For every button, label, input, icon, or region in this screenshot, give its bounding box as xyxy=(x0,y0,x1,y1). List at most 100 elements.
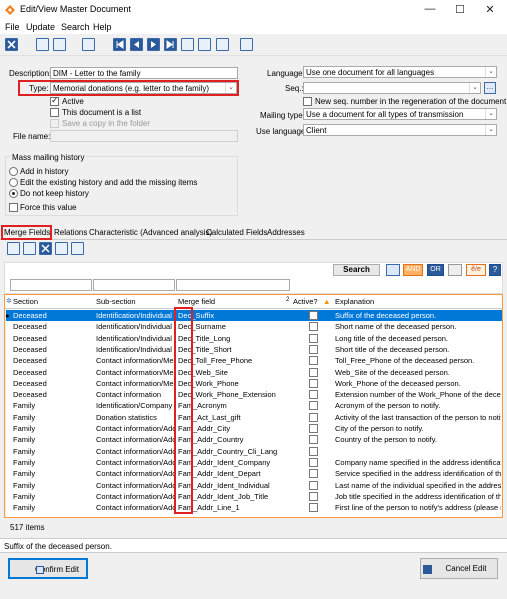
tab-relations[interactable]: Relations xyxy=(54,228,87,239)
active-checkbox[interactable] xyxy=(309,401,318,411)
active-checkbox[interactable] xyxy=(309,491,318,501)
active-checkbox[interactable] xyxy=(309,469,318,479)
menu-search[interactable]: Search xyxy=(61,22,90,32)
lock-icon[interactable] xyxy=(36,38,49,51)
table-row[interactable]: Family Contact information/AddressFam_Add… xyxy=(5,468,502,479)
edit-history-radio[interactable] xyxy=(9,178,18,187)
case-button[interactable]: ê/e xyxy=(466,264,486,276)
menu-help[interactable]: Help xyxy=(93,22,112,32)
or-button[interactable]: OR xyxy=(427,264,444,276)
header-active[interactable]: Active? xyxy=(293,297,318,306)
table-row[interactable]: Deceased Contact information/MeansDec_Tol… xyxy=(5,355,502,366)
prev-record-icon[interactable] xyxy=(130,38,143,51)
tab-addresses[interactable]: Addresses xyxy=(267,228,305,239)
table-row[interactable]: ▸ Deceased Identification/Individual Dec_Su… xyxy=(5,310,502,322)
newseq-checkbox[interactable] xyxy=(303,97,312,106)
uselang-select[interactable]: Client ⌄ xyxy=(303,124,497,136)
search-button[interactable]: Search xyxy=(333,264,380,276)
active-checkbox[interactable] xyxy=(309,333,318,343)
table-row[interactable]: Family Contact information/AddressFam_Add… xyxy=(5,480,502,491)
and-button[interactable]: AND xyxy=(403,264,423,276)
mailing-select[interactable]: Use a document for all types of transmis… xyxy=(303,108,497,120)
copy-icon[interactable] xyxy=(216,38,229,51)
filter-merge-field[interactable] xyxy=(176,279,290,291)
close-icon[interactable]: ✕ xyxy=(480,3,500,16)
minimize-icon[interactable]: — xyxy=(420,3,440,15)
filter-icon[interactable] xyxy=(386,264,400,276)
filter-section[interactable] xyxy=(10,279,92,291)
force-checkbox[interactable] xyxy=(9,203,18,212)
header-merge-field[interactable]: Merge field xyxy=(178,297,215,306)
goto-icon[interactable] xyxy=(181,38,194,51)
table-row[interactable]: Family Contact information/AddressFam_Add… xyxy=(5,491,502,502)
active-checkbox[interactable] xyxy=(309,424,318,433)
active-checkbox[interactable] xyxy=(309,503,318,513)
next-record-icon[interactable] xyxy=(147,38,160,51)
tab-characteristic[interactable]: Characteristic (Advanced analysis) xyxy=(89,228,212,239)
maximize-icon[interactable]: ☐ xyxy=(450,3,470,16)
more-icon[interactable]: … xyxy=(484,82,496,94)
active-checkbox[interactable] xyxy=(309,322,318,332)
active-checkbox[interactable] xyxy=(309,412,318,422)
tab-calculated-fields[interactable]: Calculated Fields xyxy=(206,228,267,239)
active-checkbox[interactable] xyxy=(309,356,318,366)
table-row[interactable]: Family Identification/Company Fam_Acronym A… xyxy=(5,400,502,411)
save-icon[interactable] xyxy=(53,38,66,51)
cancel-edit-button[interactable]: Cancel Edit xyxy=(420,558,498,579)
paste-icon[interactable] xyxy=(240,38,253,51)
table-row[interactable]: Deceased Identification/Individual Dec_Tit… xyxy=(5,333,502,344)
close-doc-icon[interactable] xyxy=(5,38,18,51)
table-row[interactable]: Deceased Identification/Individual Dec_Tit… xyxy=(5,344,502,355)
table-row[interactable]: Family Contact information/AddressFam_Add… xyxy=(5,457,502,468)
header-section[interactable]: Section xyxy=(13,297,38,306)
type-select[interactable]: Memorial donations (e.g. letter to the f… xyxy=(50,82,237,94)
help-field-icon[interactable] xyxy=(71,242,84,255)
table-row[interactable]: Family Contact information/AddressFam_Add… xyxy=(5,434,502,445)
description-field[interactable]: DIM - Letter to the family xyxy=(50,67,238,79)
table-row[interactable]: Family Contact information/AddressFam_Add… xyxy=(5,446,502,457)
active-checkbox[interactable] xyxy=(309,480,318,490)
active-checkbox[interactable] xyxy=(309,390,318,400)
view-field-icon[interactable] xyxy=(55,242,68,255)
delete-field-icon[interactable] xyxy=(39,242,52,255)
header-explanation[interactable]: Explanation xyxy=(335,297,374,306)
table-row[interactable]: Family Contact information/AddressFam_Add… xyxy=(5,423,502,434)
menu-update[interactable]: Update xyxy=(26,22,55,32)
toolbar xyxy=(0,34,507,56)
search-help-icon[interactable]: ? xyxy=(489,264,501,276)
list-checkbox[interactable] xyxy=(50,108,59,117)
refresh-icon[interactable] xyxy=(198,38,211,51)
table-row[interactable]: Family Donation statistics Fam_Act_Last_gi… xyxy=(5,412,502,423)
active-checkbox[interactable] xyxy=(309,367,318,377)
table-row[interactable]: Deceased Identification/Individual Dec_Sur… xyxy=(5,321,502,332)
active-checkbox[interactable] xyxy=(309,446,318,456)
copy-checkbox xyxy=(50,119,59,128)
active-checkbox[interactable] xyxy=(309,344,318,354)
confirm-edit-button[interactable]: Confirm Edit xyxy=(8,558,88,579)
table-cell-subsection: Contact information/Address xyxy=(96,480,176,490)
active-checkbox[interactable] xyxy=(309,457,318,467)
table-row[interactable]: Family Contact information/AddressFam_Add… xyxy=(5,502,502,513)
table-row[interactable]: Deceased Contact information/MeansDec_Web… xyxy=(5,367,502,378)
language-select[interactable]: Use one document for all languages ⌄ xyxy=(303,66,497,78)
new-field-icon[interactable] xyxy=(7,242,20,255)
table-row[interactable]: Deceased Contact information Dec_Work_Phon… xyxy=(5,389,502,400)
active-checkbox[interactable] xyxy=(309,311,318,320)
last-record-icon[interactable] xyxy=(164,38,177,51)
filter-subsection[interactable] xyxy=(93,279,175,291)
no-history-radio[interactable] xyxy=(9,189,18,198)
first-record-icon[interactable] xyxy=(113,38,126,51)
table-row[interactable]: Deceased Contact information/MeansDec_Wor… xyxy=(5,378,502,389)
seq-select[interactable]: ⌄ xyxy=(303,82,481,94)
add-history-radio[interactable] xyxy=(9,167,18,176)
eraser-icon[interactable] xyxy=(448,264,462,276)
print-icon[interactable] xyxy=(82,38,95,51)
settings-icon[interactable]: ✲ xyxy=(6,297,12,305)
menu-file[interactable]: File xyxy=(5,22,20,32)
edit-field-icon[interactable] xyxy=(23,242,36,255)
active-checkbox[interactable] xyxy=(309,378,318,388)
active-checkbox[interactable] xyxy=(309,435,318,445)
header-subsection[interactable]: Sub-section xyxy=(96,297,136,306)
tab-merge-fields[interactable]: Merge Fields xyxy=(4,228,50,239)
active-checkbox[interactable] xyxy=(50,95,59,106)
